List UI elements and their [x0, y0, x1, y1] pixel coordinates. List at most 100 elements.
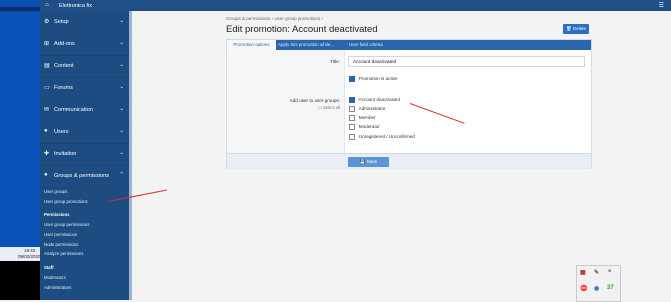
- checkbox-icon: ☐: [318, 105, 322, 110]
- sidebar-item-label: Groups & permissions: [54, 173, 110, 179]
- widget-grid-icon[interactable]: ▦: [580, 269, 586, 276]
- group-label: Member: [358, 115, 376, 120]
- sidebar-link-administrators[interactable]: Administrators: [44, 285, 71, 290]
- os-date: 09/02/2020: [18, 254, 41, 259]
- admin-sidebar: ⚙ Setup ⌄ ⊞ Add-ons ⌄ ▤ Content ⌄ ▭ Foru…: [40, 11, 129, 300]
- counter-badge[interactable]: 37: [607, 285, 614, 291]
- breadcrumb-separator: ›: [271, 16, 274, 21]
- sidebar-item-groups-permissions[interactable]: ● Groups & permissions ⌃: [40, 165, 129, 188]
- sidebar-link-moderators[interactable]: Moderators: [44, 275, 66, 280]
- quote-icon[interactable]: ❝: [608, 269, 611, 276]
- tab-promotion-options[interactable]: Promotion options: [227, 40, 276, 50]
- form-footer: 💾 Save: [227, 153, 591, 169]
- group-checkbox-moderator[interactable]: Moderator: [349, 124, 380, 130]
- tab-apply-while[interactable]: Apply this promotion while...: [278, 40, 346, 50]
- user-icon: ●: [44, 128, 48, 134]
- sidebar-link-node-permissions[interactable]: Node permissions: [44, 242, 78, 247]
- gear-icon: ⚙: [44, 19, 50, 25]
- sidebar-item-invitation[interactable]: ✚ Invitation ⌄: [40, 143, 129, 166]
- sidebar-item-setup[interactable]: ⚙ Setup ⌄: [40, 11, 129, 34]
- promotion-active-checkbox[interactable]: Promotion is active: [349, 76, 398, 82]
- tab-bar: Promotion options Apply this promotion w…: [227, 40, 591, 50]
- home-icon[interactable]: ⌂: [45, 2, 49, 8]
- checkbox-checked-icon: [349, 76, 355, 82]
- site-title[interactable]: Elettronica fix: [59, 3, 92, 9]
- os-taskbar-top: [0, 7, 40, 11]
- pencil-icon[interactable]: ✎: [594, 269, 599, 276]
- floating-widget[interactable]: ▦ ✎ ❝ ⛔ ◉ 37: [576, 265, 621, 302]
- sidebar-item-users[interactable]: ● Users ⌄: [40, 121, 129, 144]
- sidebar-item-label: Invitation: [54, 151, 77, 157]
- group-checkbox-unregistered[interactable]: Unregistered / Unconfirmed: [349, 134, 415, 140]
- sidebar-item-communication[interactable]: ✉ Communication ⌄: [40, 99, 129, 122]
- sidebar-item-label: Users: [54, 129, 69, 135]
- chevron-up-icon: ⌃: [119, 172, 124, 178]
- group-checkbox-member[interactable]: Member: [349, 115, 376, 121]
- sidebar-item-label: Communication: [54, 107, 93, 113]
- record-icon[interactable]: ◉: [594, 285, 599, 292]
- form-label-column: Title: Add user to user groups: ☐ Select…: [227, 50, 345, 153]
- page-title: Edit promotion: Account deactivated: [226, 24, 378, 35]
- sidebar-item-label: Setup: [54, 19, 69, 25]
- chevron-down-icon: ⌄: [119, 106, 124, 112]
- sidebar-link-user-permissions[interactable]: User permissions: [44, 232, 77, 237]
- select-all-label: Select all: [323, 105, 340, 110]
- os-clock[interactable]: 19:42 09/02/2020: [0, 247, 41, 261]
- chevron-down-icon: ⌄: [119, 62, 124, 68]
- save-icon: 💾: [359, 158, 366, 164]
- main-content: Groups & permissions › User group promot…: [132, 11, 671, 300]
- delete-button[interactable]: 🗑 Delete: [563, 24, 589, 34]
- chevron-down-icon: ⌄: [119, 40, 124, 46]
- sidebar-heading-staff: Staff: [44, 265, 54, 270]
- select-all-toggle[interactable]: ☐ Select all: [318, 105, 340, 110]
- checkbox-icon: [349, 124, 355, 130]
- title-label: Title:: [330, 59, 340, 64]
- sidebar-item-content[interactable]: ▤ Content ⌄: [40, 55, 129, 78]
- title-input[interactable]: Account deactivated: [348, 56, 585, 67]
- promotion-form-panel: Promotion options Apply this promotion w…: [226, 39, 592, 169]
- save-button-label: Save: [366, 158, 378, 164]
- sidebar-item-label: Forums: [54, 85, 73, 91]
- group-label: Account deactivated: [358, 97, 400, 102]
- breadcrumb: Groups & permissions › User group promot…: [226, 16, 323, 21]
- sidebar-item-add-ons[interactable]: ⊞ Add-ons ⌄: [40, 33, 129, 56]
- chevron-down-icon: ⌄: [119, 84, 124, 90]
- block-icon[interactable]: ⛔: [580, 285, 587, 292]
- group-label: Administrator: [358, 106, 386, 111]
- breadcrumb-separator: ›: [321, 16, 323, 21]
- chevron-down-icon: ⌄: [119, 128, 124, 134]
- admin-topbar: ⌂ Elettronica fix ☰: [40, 0, 671, 11]
- checkbox-checked-icon: [349, 97, 355, 103]
- breadcrumb-groups-permissions[interactable]: Groups & permissions: [226, 16, 270, 21]
- chevron-down-icon: ⌄: [119, 18, 124, 24]
- user-plus-icon: ✚: [44, 151, 50, 157]
- sidebar-link-analyze-permissions[interactable]: Analyze permissions: [44, 251, 83, 256]
- breadcrumb-user-group-promotions[interactable]: User group promotions: [274, 16, 320, 21]
- puzzle-icon: ⊞: [44, 41, 50, 47]
- forums-icon: ▭: [44, 85, 50, 91]
- sidebar-link-user-group-permissions[interactable]: User group permissions: [44, 222, 89, 227]
- users-icon: ●: [44, 172, 48, 178]
- sidebar-item-forums[interactable]: ▭ Forums ⌄: [40, 77, 129, 100]
- checkbox-icon: [349, 115, 355, 121]
- form-body: Title: Add user to user groups: ☐ Select…: [227, 50, 591, 153]
- checkbox-icon: [349, 134, 355, 140]
- delete-button-label: Delete: [572, 26, 586, 31]
- os-desktop-dark: [0, 261, 40, 300]
- user-groups-label: Add user to user groups:: [289, 98, 340, 103]
- os-time: 19:42: [24, 248, 36, 253]
- group-label: Moderator: [358, 124, 380, 129]
- save-button[interactable]: 💾 Save: [348, 156, 389, 167]
- sidebar-heading-permissions: Permissions: [44, 212, 70, 217]
- sidebar-item-label: Content: [54, 63, 74, 69]
- megaphone-icon: ✉: [44, 107, 50, 113]
- group-label: Unregistered / Unconfirmed: [358, 134, 415, 139]
- group-checkbox-account-deactivated[interactable]: Account deactivated: [349, 97, 400, 103]
- sidebar-link-user-groups[interactable]: User groups: [44, 189, 67, 194]
- menu-icon[interactable]: ☰: [659, 2, 664, 9]
- group-checkbox-administrator[interactable]: Administrator: [349, 106, 386, 112]
- chevron-down-icon: ⌄: [119, 150, 124, 156]
- tab-user-field-criteria[interactable]: User field criteria: [349, 40, 399, 50]
- sidebar-item-label: Add-ons: [54, 41, 75, 47]
- sidebar-link-user-group-promotions[interactable]: User group promotions: [44, 199, 88, 204]
